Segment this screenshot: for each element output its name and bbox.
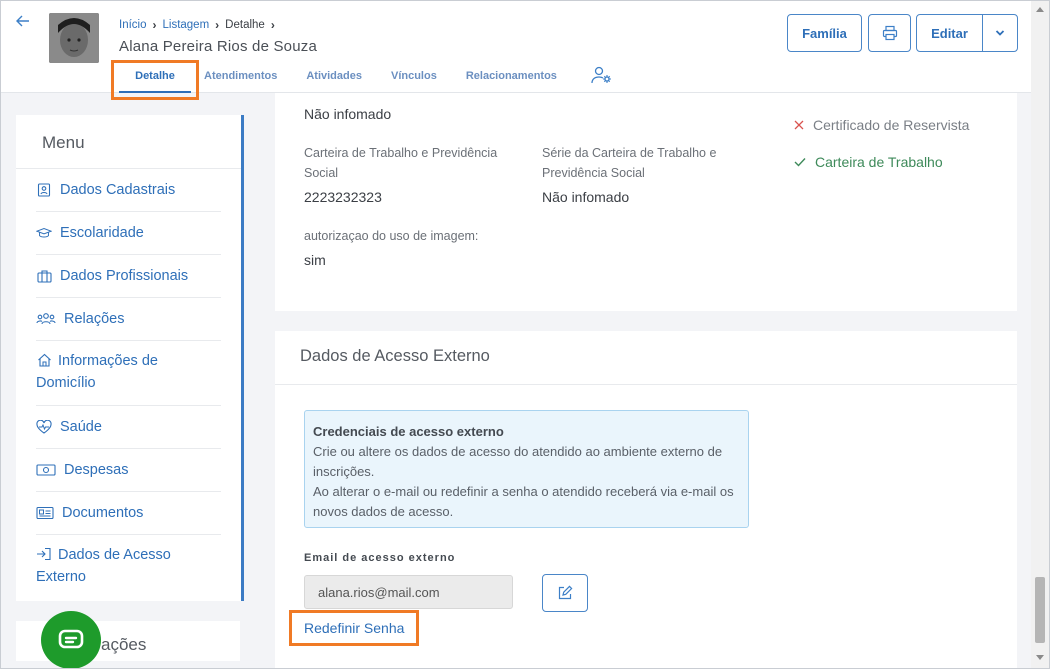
sidebar-item-label: Documentos: [62, 505, 144, 521]
sidebar-item-label: Dados de Acesso Externo: [36, 547, 171, 585]
serie-label: Série da Carteira de Trabalho e Previdên…: [542, 146, 717, 180]
document-icon: [36, 505, 54, 521]
sidebar-item-label: Dados Cadastrais: [60, 182, 176, 198]
login-icon: [36, 546, 52, 562]
reset-password-link[interactable]: Redefinir Senha: [304, 620, 404, 636]
back-arrow-icon[interactable]: [15, 13, 33, 31]
people-icon: [36, 311, 56, 327]
sidebar-item-dados-acesso-externo[interactable]: Dados de Acesso Externo: [36, 535, 221, 599]
breadcrumb: Início › Listagem › Detalhe ›: [119, 18, 275, 32]
email-label: Email de acesso externo: [304, 552, 456, 564]
chat-icon: [58, 629, 84, 649]
tab-detalhe-highlight[interactable]: Detalhe: [111, 60, 199, 100]
editar-button[interactable]: Editar: [916, 14, 983, 52]
breadcrumb-current: Detalhe: [225, 19, 265, 31]
id-card-icon: [36, 182, 52, 198]
sidebar-item-label: Saúde: [60, 419, 102, 435]
avatar: [49, 13, 99, 63]
heart-pulse-icon: [36, 419, 52, 435]
close-icon: [794, 120, 804, 130]
user-settings-icon[interactable]: [591, 66, 613, 84]
tab-vinculos[interactable]: Vínculos: [391, 67, 437, 85]
email-value: alana.rios@mail.com: [318, 584, 440, 600]
scroll-down-icon[interactable]: [1036, 655, 1044, 660]
breadcrumb-separator: ›: [270, 18, 275, 32]
edit-icon: [558, 585, 573, 600]
sidebar-item-documentos[interactable]: Documentos: [36, 492, 221, 535]
edit-email-button[interactable]: [542, 574, 588, 612]
graduation-cap-icon: [36, 225, 52, 241]
sidebar-menu: Menu Dados Cadastrais Escolaridade Dados…: [16, 115, 244, 601]
imagem-label: autorizaçao do uso de imagem:: [304, 229, 479, 243]
scroll-up-icon[interactable]: [1036, 7, 1044, 12]
breadcrumb-separator: ›: [215, 18, 220, 32]
chevron-down-icon: [995, 30, 1005, 36]
tab-detalhe[interactable]: Detalhe: [118, 70, 192, 82]
info-alert: Credenciais de acesso externo Crie ou al…: [304, 410, 749, 528]
checklist-label: Certificado de Reservista: [813, 117, 970, 133]
sidebar-item-label: Informações de Domicílio: [36, 353, 158, 391]
checkmark-icon: [794, 158, 806, 167]
sidebar-item-label: Relações: [64, 311, 125, 327]
sidebar-item-dados-cadastrais[interactable]: Dados Cadastrais: [36, 169, 221, 212]
sidebar-item-label: Escolaridade: [60, 225, 144, 241]
sidebar-item-label: Dados Profissionais: [60, 268, 189, 284]
sidebar-item-escolaridade[interactable]: Escolaridade: [36, 212, 221, 255]
sidebar-item-despesas[interactable]: Despesas: [36, 449, 221, 492]
scrollbar[interactable]: [1031, 1, 1049, 668]
sidebar-item-dados-profissionais[interactable]: Dados Profissionais: [36, 255, 221, 298]
active-tab-underline: [119, 91, 191, 93]
breadcrumb-inicio[interactable]: Início: [119, 19, 147, 31]
imagem-value: sim: [304, 252, 326, 268]
breadcrumb-separator: ›: [152, 18, 157, 32]
tab-relacionamentos[interactable]: Relacionamentos: [466, 67, 557, 85]
checklist-label: Carteira de Trabalho: [815, 154, 943, 170]
sidebar-item-saude[interactable]: Saúde: [36, 406, 221, 449]
sidebar-item-relacoes[interactable]: Relações: [36, 298, 221, 341]
info-title: Credenciais de acesso externo: [313, 424, 504, 439]
info-text-2: Ao alterar o e-mail ou redefinir a senha…: [313, 484, 734, 519]
printer-icon: [882, 25, 897, 41]
editar-dropdown-button[interactable]: [982, 14, 1018, 52]
ctps-value: 2223232323: [304, 189, 382, 205]
tab-atendimentos[interactable]: Atendimentos: [204, 67, 277, 85]
clipped-value: Não infomado: [304, 106, 392, 122]
email-field: alana.rios@mail.com: [304, 575, 513, 609]
checklist-item-carteira: Carteira de Trabalho: [794, 154, 943, 170]
serie-value: Não infomado: [542, 189, 630, 205]
sidebar-item-label: Despesas: [64, 462, 129, 478]
section-title: Dados de Acesso Externo: [275, 331, 1017, 385]
print-button[interactable]: [868, 14, 911, 52]
page-title: Alana Pereira Rios de Souza: [119, 38, 318, 55]
house-icon: [36, 352, 52, 368]
info-text-1: Crie ou altere os dados de acesso do ate…: [313, 444, 723, 479]
details-card: Nome da Mãe Não infomado Carteira de Tra…: [275, 93, 1017, 311]
breadcrumb-listagem[interactable]: Listagem: [163, 19, 210, 31]
sidebar-title: Menu: [16, 115, 241, 169]
ctps-label: Carteira de Trabalho e Previdência Socia…: [304, 146, 498, 180]
sidebar-item-informacoes-domicilio[interactable]: Informações de Domicílio: [36, 341, 221, 406]
scrollbar-thumb[interactable]: [1035, 577, 1045, 643]
checklist-item-reservista: Certificado de Reservista: [794, 117, 969, 133]
chat-button[interactable]: [41, 611, 101, 669]
money-icon: [36, 462, 56, 478]
familia-button[interactable]: Família: [787, 14, 862, 52]
reset-password-highlight[interactable]: Redefinir Senha: [289, 610, 419, 646]
tab-atividades[interactable]: Atividades: [306, 67, 362, 85]
briefcase-icon: [36, 268, 52, 284]
